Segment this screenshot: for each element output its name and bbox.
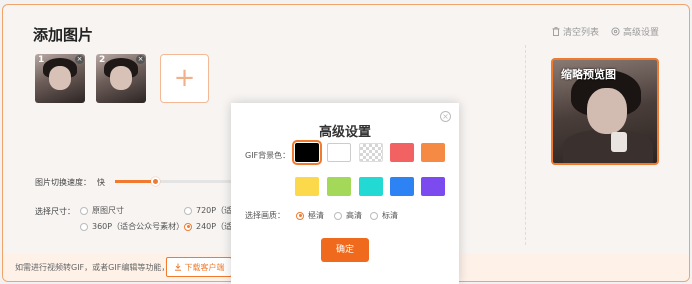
add-image-button[interactable]: + (160, 54, 209, 103)
remove-image-icon[interactable]: × (136, 55, 145, 64)
quality-label: 选择画质： (245, 211, 285, 220)
remove-image-icon[interactable]: × (75, 55, 84, 64)
size-option-original[interactable]: 原图尺寸 (80, 205, 124, 216)
preview-label: 缩略预览图 (561, 68, 616, 81)
quality-option-ultra[interactable]: 極清 (296, 210, 324, 221)
speed-row: 图片切换速度： 快 (35, 177, 105, 188)
size-label: 选择尺寸： (35, 207, 75, 216)
swatch-orange[interactable] (421, 143, 445, 162)
radio-icon (370, 211, 378, 220)
close-icon[interactable]: × (440, 111, 451, 122)
page-title: 添加图片 (33, 26, 94, 44)
swatch-purple[interactable] (421, 177, 445, 196)
quality-option-high[interactable]: 高清 (334, 210, 362, 221)
swatch-yellow[interactable] (295, 177, 319, 196)
bottom-tip: 如需进行视频转GIF，或者GIF编辑等功能，请 (15, 263, 178, 272)
speed-slider[interactable] (115, 177, 235, 186)
radio-icon (80, 206, 88, 215)
radio-selected-icon (296, 211, 304, 220)
preview-image: 缩略预览图 (551, 58, 659, 165)
swatch-green[interactable] (327, 177, 351, 196)
swatch-white[interactable] (327, 143, 351, 162)
advanced-settings-label: 高级设置 (622, 28, 659, 38)
thumbnail-number: 2 (99, 55, 106, 65)
radio-icon (80, 222, 88, 231)
advanced-settings-button[interactable]: 高级设置 (611, 25, 659, 38)
trash-icon (552, 27, 560, 36)
gear-icon (611, 27, 620, 36)
thumbnail-number: 1 (38, 55, 45, 65)
speed-slider-fill (115, 180, 155, 183)
confirm-button[interactable]: 确定 (321, 238, 369, 262)
top-actions: 清空列表 高级设置 (552, 25, 659, 38)
radio-selected-icon (184, 222, 192, 231)
swatch-blue[interactable] (390, 177, 414, 196)
dialog-title: 高级设置 (318, 125, 371, 140)
speed-label: 图片切换速度： (35, 178, 91, 187)
radio-icon (334, 211, 342, 220)
swatch-coral[interactable] (390, 143, 414, 162)
image-thumbnail-1[interactable]: 1 × (35, 54, 85, 103)
image-thumbnail-2[interactable]: 2 × (96, 54, 146, 103)
advanced-settings-dialog: 高级设置 × GIF背景色： 选择画质： 極清 高清 标清 确定 (231, 103, 459, 284)
quality-option-standard[interactable]: 标清 (370, 210, 398, 221)
clear-list-button[interactable]: 清空列表 (552, 25, 599, 38)
swatch-cyan[interactable] (359, 177, 383, 196)
clear-list-label: 清空列表 (562, 28, 599, 38)
speed-value: 快 (97, 178, 105, 187)
divider (525, 45, 526, 245)
bg-color-label: GIF背景色： (245, 151, 291, 160)
size-option-360p[interactable]: 360P（适合公众号素材） (80, 221, 184, 232)
swatch-transparent[interactable] (359, 143, 383, 162)
download-icon (174, 263, 181, 271)
download-client-button[interactable]: 下载客户端 (166, 257, 232, 277)
speed-slider-handle[interactable] (150, 177, 160, 186)
swatch-black[interactable] (292, 140, 322, 165)
radio-icon (184, 206, 192, 215)
